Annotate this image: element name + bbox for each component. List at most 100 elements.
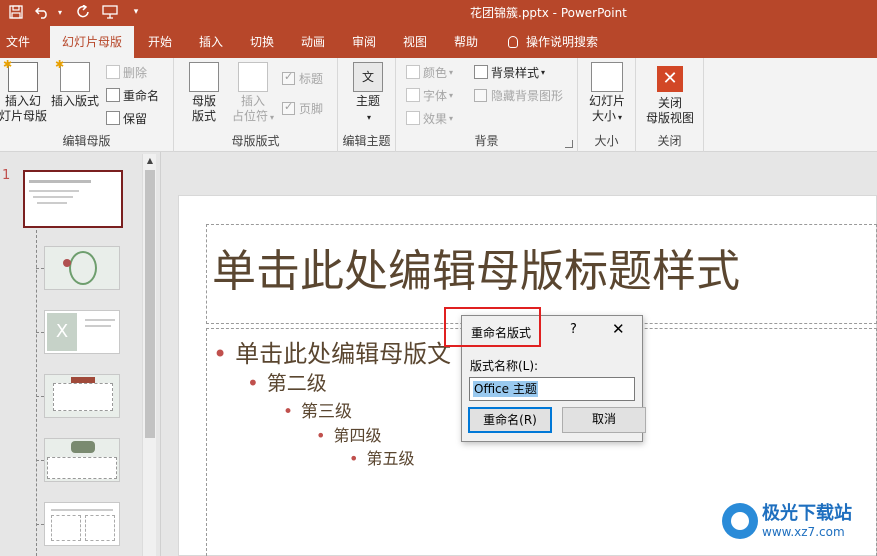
title-checkbox[interactable]: 标题 [282,68,323,88]
background-styles-icon [474,65,488,79]
group-label-master-layout: 母版版式 [231,134,280,148]
background-dialog-launcher-icon[interactable] [565,140,573,148]
fonts-icon [406,88,420,102]
thumbnail-scrollbar[interactable]: ▲ [142,154,156,556]
scrollbar-thumb[interactable] [145,170,155,438]
close-master-icon: ✕ [657,66,683,92]
group-label-size: 大小 [594,134,619,148]
slide-size-icon [591,62,623,92]
delete-button[interactable]: 删除 [106,62,147,82]
layout-name-label: 版式名称(L): [470,359,539,373]
watermark: 极光下载站 www.xz7.com [722,503,852,539]
watermark-logo-icon [722,503,758,539]
tab-file[interactable]: 文件 [6,26,30,58]
themes-button[interactable]: 文 主题 ▾ [348,62,388,125]
layout-thumbnail[interactable] [44,502,120,546]
group-label-edit-master: 编辑母版 [62,134,111,148]
cancel-button[interactable]: 取消 [562,407,646,433]
group-edit-master: ✱ 插入幻 灯片母版 ✱ 插入版式 删除 重命名 保留 编辑母版 [0,58,174,152]
bullet-level-2: • 第二级 [247,371,327,395]
layout-thumbnail[interactable] [44,246,120,290]
group-close: ✕ 关闭 母版视图 关闭 [636,58,704,152]
bullet-level-4: • 第四级 [316,426,382,445]
bullet-level-1: • 单击此处编辑母版文 [213,340,452,368]
background-styles-button[interactable]: 背景样式 ▾ [474,62,545,82]
layout-name-input[interactable]: Office 主题 [469,377,635,401]
insert-placeholder-icon [238,62,268,92]
tree-branch [36,460,44,461]
quick-access-toolbar: ▾ ▾ [6,2,146,22]
tab-animations[interactable]: 动画 [301,26,325,58]
delete-icon [106,65,120,79]
tell-me-label: 操作说明搜索 [526,35,599,49]
highlight-annotation-box [444,307,541,347]
present-from-start-icon[interactable] [100,2,120,22]
group-edit-theme: 文 主题 ▾ 编辑主题 [338,58,396,152]
rename-button-dialog[interactable]: 重命名(R) [468,407,552,433]
hide-background-graphics-checkbox[interactable]: 隐藏背景图形 [474,85,563,105]
redo-icon[interactable] [74,2,94,22]
layout-thumbnail[interactable]: X [44,310,120,354]
effects-button[interactable]: 效果 ▾ [406,108,453,128]
group-background: 颜色 ▾ 字体 ▾ 效果 ▾ 背景样式 ▾ 隐藏背景图形 背景 [396,58,578,152]
slide-master-thumbnail[interactable] [23,170,123,228]
layout-tree-line [36,230,37,556]
master-layout-icon [189,62,219,92]
slide-size-button[interactable]: 幻灯片 大小 ▾ [584,62,630,125]
tree-branch [36,268,44,269]
pin-icon [106,111,120,125]
group-label-close: 关闭 [657,134,682,148]
layout-thumbnail[interactable] [44,438,120,482]
undo-dropdown-icon[interactable]: ▾ [58,8,68,17]
help-icon[interactable]: ? [570,322,577,337]
watermark-url: www.xz7.com [762,525,845,539]
insert-slide-master-icon: ✱ [3,58,38,92]
ribbon-tabs: 文件 幻灯片母版 开始 插入 切换 动画 审阅 视图 帮助 操作说明搜索 [0,26,877,58]
themes-icon: 文 [353,62,383,92]
tab-review[interactable]: 审阅 [352,26,376,58]
save-icon[interactable] [6,2,26,22]
tree-branch [36,396,44,397]
hide-bg-check-icon [474,88,487,102]
tab-view[interactable]: 视图 [403,26,427,58]
ribbon: ✱ 插入幻 灯片母版 ✱ 插入版式 删除 重命名 保留 编辑母版 母版 版式 插… [0,58,877,152]
footer-check-icon [282,100,295,115]
close-icon[interactable]: ✕ [612,320,625,338]
preserve-button[interactable]: 保留 [106,108,147,128]
colors-icon [406,65,420,79]
title-bar: ▾ ▾ 花团锦簇.pptx - PowerPoint [0,0,877,26]
customize-qat-icon[interactable]: ▾ [126,2,146,22]
bullet-level-5: • 第五级 [349,449,415,468]
layout-thumbnail[interactable] [44,374,120,418]
title-check-icon [282,70,295,85]
tab-home[interactable]: 开始 [148,26,172,58]
slide-master-number: 1 [2,168,11,183]
rename-button[interactable]: 重命名 [106,85,159,105]
bullet-level-3: • 第三级 [283,402,353,422]
tell-me-search[interactable]: 操作说明搜索 [508,26,598,58]
title-placeholder-text: 单击此处编辑母版标题样式 [212,246,740,297]
fonts-button[interactable]: 字体 ▾ [406,85,453,105]
insert-layout-button[interactable]: ✱ 插入版式 [50,58,100,109]
master-layout-button[interactable]: 母版 版式 [184,62,224,124]
layout-name-value: Office 主题 [473,381,538,397]
watermark-name: 极光下载站 [762,503,852,524]
insert-placeholder-button[interactable]: 插入 占位符 ▾ [226,62,280,125]
scroll-up-icon[interactable]: ▲ [143,154,157,168]
undo-icon[interactable] [32,2,52,22]
rename-icon [106,88,120,102]
tab-insert[interactable]: 插入 [199,26,223,58]
group-master-layout: 母版 版式 插入 占位符▾ 标题 页脚 母版版式 [174,58,338,152]
group-label-background: 背景 [474,134,499,148]
lightbulb-icon [508,36,518,48]
group-size: 幻灯片 大小 ▾ 大小 [578,58,636,152]
group-label-edit-theme: 编辑主题 [342,134,391,148]
tree-branch [36,524,44,525]
tab-help[interactable]: 帮助 [454,26,478,58]
tab-transitions[interactable]: 切换 [250,26,274,58]
colors-button[interactable]: 颜色 ▾ [406,62,453,82]
insert-slide-master-button[interactable]: ✱ 插入幻 灯片母版 [0,58,47,124]
close-master-view-button[interactable]: ✕ 关闭 母版视图 [642,66,698,126]
footer-checkbox[interactable]: 页脚 [282,98,323,118]
tab-slide-master[interactable]: 幻灯片母版 [50,26,135,58]
